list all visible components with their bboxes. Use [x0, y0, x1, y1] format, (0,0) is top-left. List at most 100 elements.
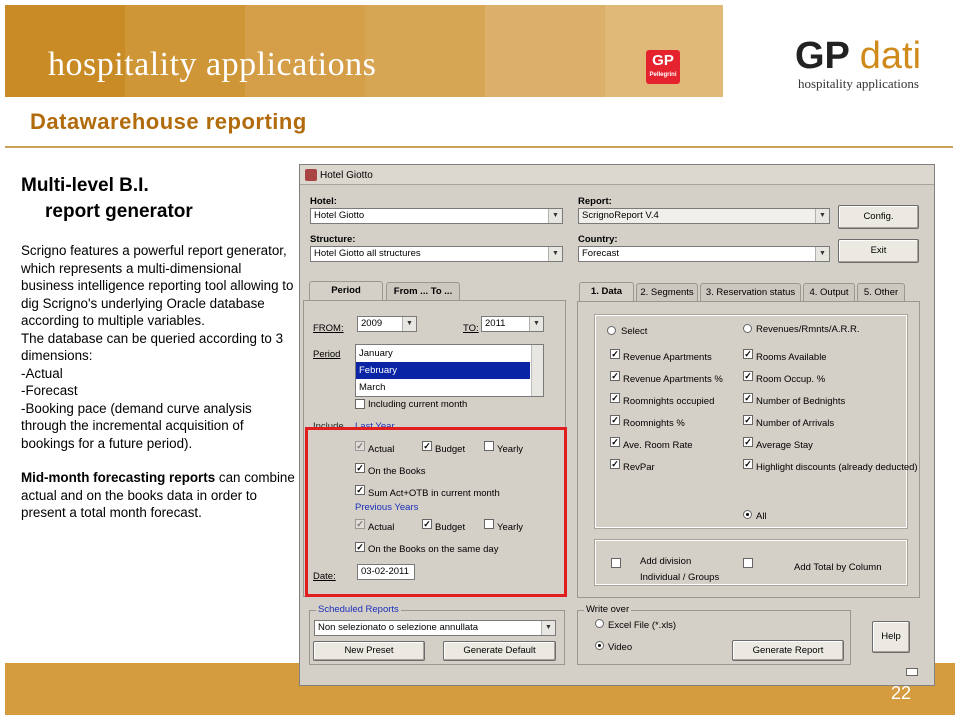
help-button[interactable]: Help: [872, 621, 910, 653]
data-field-label: RevPar: [623, 462, 655, 473]
description-line: Scrigno features a powerful report gener…: [21, 243, 294, 328]
add-division-label-2: Individual / Groups: [640, 572, 720, 583]
excel-file-radio[interactable]: [595, 619, 604, 628]
from-year-value: 2009: [361, 318, 383, 329]
tab-reservation-status[interactable]: 3. Reservation status: [700, 283, 801, 301]
page-number: 22: [890, 683, 911, 703]
app-icon: [305, 169, 317, 181]
gp-dati-gp: GP: [795, 35, 850, 77]
gp-logo-text: GP: [652, 52, 674, 69]
hotel-giotto-window: Hotel Giotto Hotel: Hotel Giotto ▼ Struc…: [299, 164, 935, 686]
data-field-checkbox[interactable]: ✓: [743, 437, 753, 447]
scheduled-reports-label: Scheduled Reports: [316, 604, 401, 615]
data-field-label: Number of Arrivals: [756, 418, 835, 429]
include-current-month-label: Including current month: [368, 399, 468, 410]
data-field-label: Roomnights occupied: [623, 396, 715, 407]
to-year-value: 2011: [485, 318, 506, 329]
chevron-down-icon[interactable]: ▼: [529, 317, 543, 331]
tab-other[interactable]: 5. Other: [857, 283, 905, 301]
include-current-month-checkbox[interactable]: [355, 399, 365, 409]
write-over-label: Write over: [584, 604, 632, 615]
add-total-by-column-label: Add Total by Column: [794, 562, 882, 573]
scheduled-reports-value: Non selezionato o selezione annullata: [318, 622, 479, 633]
description-line: -Booking pace (demand curve analysis thr…: [21, 400, 252, 451]
chevron-down-icon[interactable]: ▼: [402, 317, 416, 331]
description-column: Multi-level B.I. report generator Scrign…: [21, 172, 296, 522]
data-field-checkbox[interactable]: ✓: [743, 349, 753, 359]
pellegrini-text: Pellegrini: [649, 72, 677, 78]
report-label: Report:: [578, 196, 612, 207]
structure-value: Hotel Giotto all structures: [314, 248, 421, 259]
hotel-label: Hotel:: [310, 196, 337, 207]
all-radio-label: All: [756, 511, 767, 522]
data-field-checkbox[interactable]: ✓: [610, 393, 620, 403]
period-listbox[interactable]: January February March: [355, 344, 544, 397]
tab-from-to[interactable]: From ... To ...: [386, 282, 460, 300]
gp-dati-dati: dati: [859, 35, 922, 77]
chevron-down-icon[interactable]: ▼: [541, 621, 555, 635]
data-field-label: Revenue Apartments: [623, 352, 712, 363]
brand-text: hospitality applications: [48, 46, 377, 83]
highlight-box: [305, 427, 567, 597]
data-field-checkbox[interactable]: ✓: [743, 393, 753, 403]
country-value: Forecast: [582, 248, 619, 259]
generate-report-button[interactable]: Generate Report: [732, 640, 844, 661]
chevron-down-icon[interactable]: ▼: [548, 247, 562, 261]
structure-select[interactable]: Hotel Giotto all structures ▼: [310, 246, 563, 262]
country-select[interactable]: Forecast ▼: [578, 246, 830, 262]
data-field-checkbox[interactable]: ✓: [610, 459, 620, 469]
generate-default-button[interactable]: Generate Default: [443, 641, 556, 661]
data-field-label: Rooms Available: [756, 352, 827, 363]
add-division-checkbox[interactable]: [611, 558, 621, 568]
data-field-label: Room Occup. %: [756, 374, 826, 385]
data-field-checkbox[interactable]: ✓: [743, 415, 753, 425]
gp-dati-logo: GP dati hospitality applications: [795, 36, 945, 92]
add-total-by-column-checkbox[interactable]: [743, 558, 753, 568]
tab-output[interactable]: 4. Output: [803, 283, 855, 301]
list-item[interactable]: January: [356, 345, 543, 362]
list-item-selected[interactable]: February: [356, 362, 530, 379]
tab-period[interactable]: Period: [309, 281, 383, 301]
chevron-down-icon[interactable]: ▼: [815, 247, 829, 261]
scheduled-reports-select[interactable]: Non selezionato o selezione annullata ▼: [314, 620, 556, 636]
revenues-radio[interactable]: [743, 324, 752, 333]
data-field-label: Average Stay: [756, 440, 813, 451]
data-field-checkbox[interactable]: ✓: [610, 349, 620, 359]
list-item[interactable]: March: [356, 379, 543, 396]
data-field-checkbox[interactable]: ✓: [610, 415, 620, 425]
data-field-label: Ave. Room Rate: [623, 440, 693, 451]
all-radio[interactable]: [743, 510, 752, 519]
window-resize-handle[interactable]: [906, 668, 918, 676]
select-radio-label: Select: [621, 326, 648, 337]
data-field-label: Revenue Apartments %: [623, 374, 723, 385]
gp-pellegrini-logo: GP Pellegrini: [646, 50, 680, 84]
listbox-scrollbar[interactable]: [531, 345, 543, 396]
chevron-down-icon[interactable]: ▼: [815, 209, 829, 223]
country-label: Country:: [578, 234, 618, 245]
to-year-select[interactable]: 2011 ▼: [481, 316, 544, 332]
new-preset-button[interactable]: New Preset: [313, 641, 425, 661]
chevron-down-icon[interactable]: ▼: [548, 209, 562, 223]
report-select[interactable]: ScrignoReport V.4 ▼: [578, 208, 830, 224]
from-year-select[interactable]: 2009 ▼: [357, 316, 417, 332]
add-division-label: Add division: [640, 556, 692, 567]
data-field-checkbox[interactable]: ✓: [743, 371, 753, 381]
hotel-select[interactable]: Hotel Giotto ▼: [310, 208, 563, 224]
band-segment: [365, 5, 485, 97]
select-radio[interactable]: [607, 326, 616, 335]
data-field-checkbox[interactable]: ✓: [610, 371, 620, 381]
tab-segments[interactable]: 2. Segments: [636, 283, 698, 301]
config-button[interactable]: Config.: [838, 205, 919, 229]
window-titlebar: Hotel Giotto: [300, 165, 934, 185]
structure-label: Structure:: [310, 234, 356, 245]
video-label: Video: [608, 642, 633, 653]
data-field-checkbox[interactable]: ✓: [743, 459, 753, 469]
video-radio[interactable]: [595, 641, 604, 650]
data-field-label: Highlight discounts (already deducted): [756, 462, 918, 473]
data-field-label: Number of Bednights: [756, 396, 846, 407]
data-field-checkbox[interactable]: ✓: [610, 437, 620, 447]
excel-file-label: Excel File (*.xls): [608, 620, 677, 631]
revenues-radio-label: Revenues/Rmnts/A.R.R.: [756, 324, 860, 335]
exit-button[interactable]: Exit: [838, 239, 919, 263]
tab-data[interactable]: 1. Data: [579, 282, 634, 302]
